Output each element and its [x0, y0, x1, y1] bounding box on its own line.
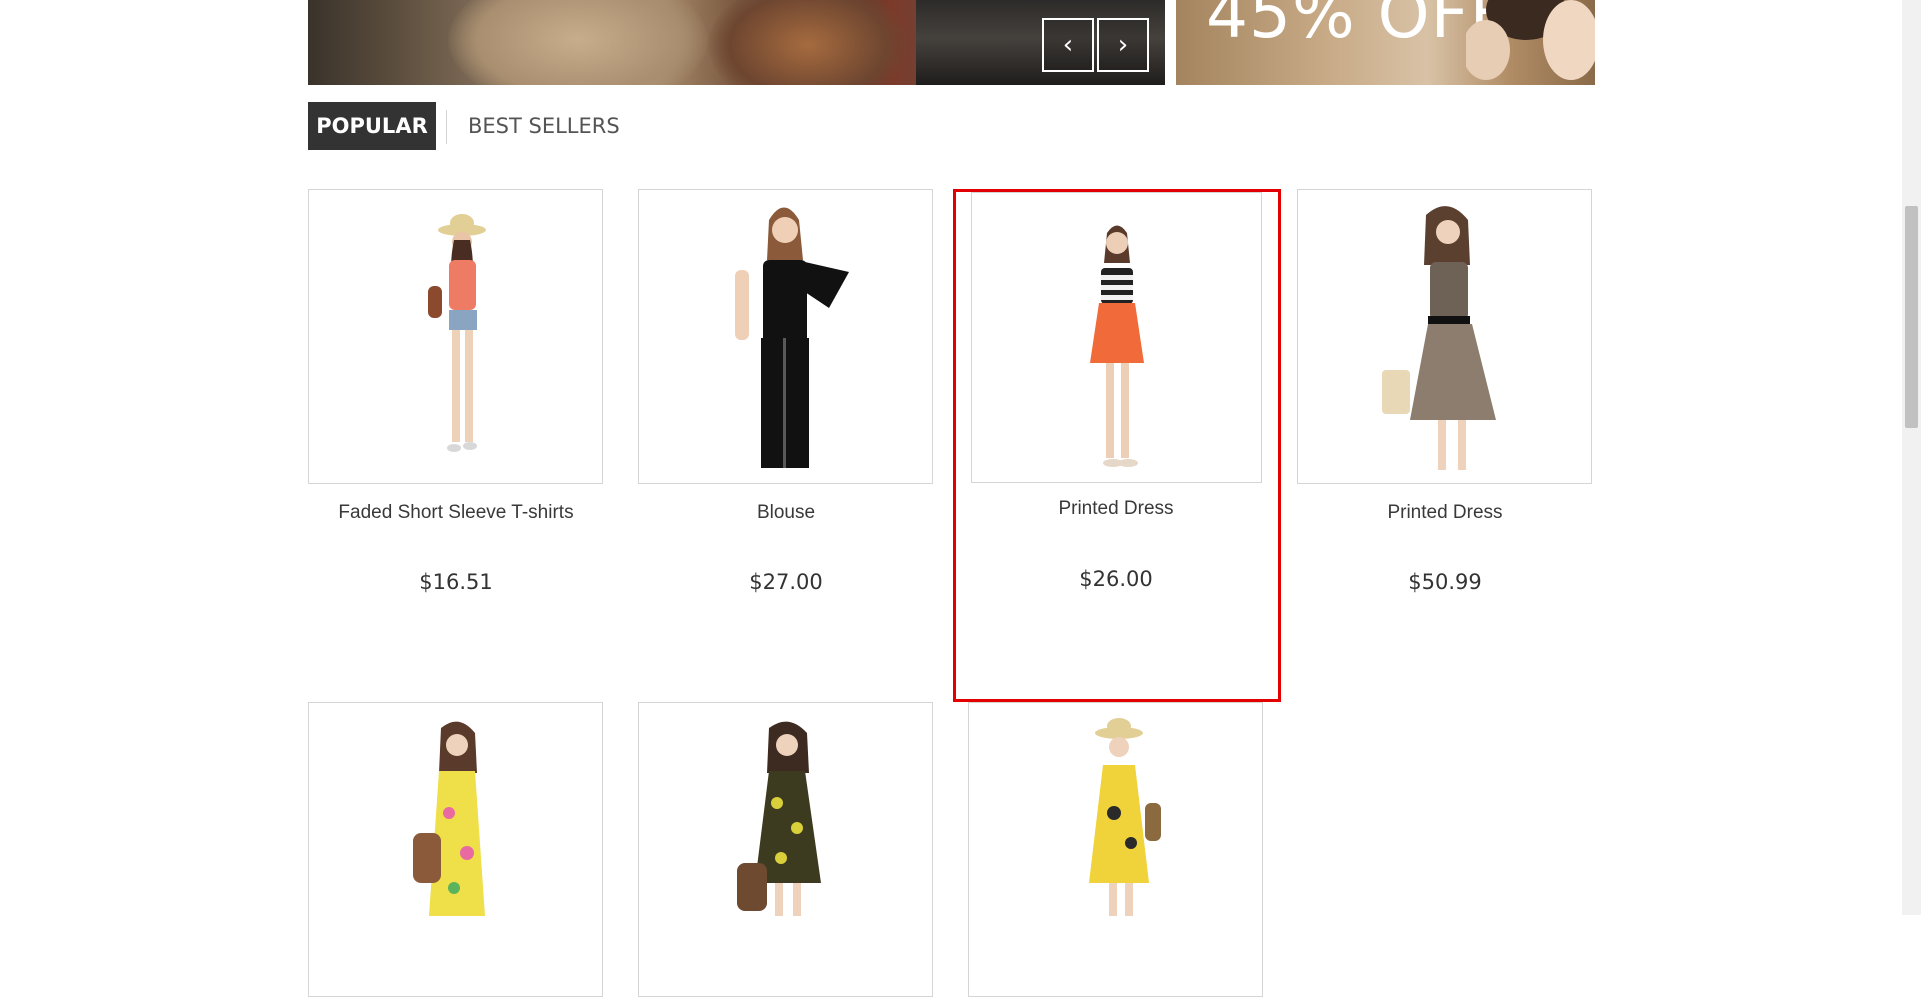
- tab-popular[interactable]: POPULAR: [308, 102, 436, 150]
- homepage-slider: [308, 0, 1165, 85]
- product-image-frame[interactable]: [308, 189, 603, 484]
- product-price: $50.99: [1408, 570, 1482, 594]
- product-image-frame[interactable]: [308, 702, 603, 997]
- product-photo: [1382, 206, 1496, 470]
- sunglasses-icon: [1466, 0, 1595, 80]
- product-image-frame[interactable]: [971, 192, 1262, 483]
- product-name[interactable]: Blouse: [638, 502, 934, 524]
- slider-image-fur: [708, 0, 908, 85]
- product-image-frame[interactable]: [638, 702, 933, 997]
- product-photo: [413, 721, 485, 916]
- tab-best-sellers[interactable]: BEST SELLERS: [468, 102, 620, 150]
- product-price: $26.00: [1079, 567, 1153, 591]
- chevron-left-icon: ‹: [1062, 30, 1074, 60]
- product-name[interactable]: Printed Dress: [1297, 502, 1593, 524]
- product-price: $16.51: [419, 570, 493, 594]
- slider-next-button[interactable]: ›: [1097, 18, 1149, 72]
- product-photo: [1090, 225, 1144, 467]
- promo-text: 45% OFF: [1206, 0, 1509, 53]
- product-photo: [735, 207, 849, 468]
- slider-image-knit: [448, 0, 708, 85]
- product-price: $27.00: [749, 570, 823, 594]
- page-scrollbar[interactable]: [1902, 0, 1921, 915]
- product-photo: [737, 721, 821, 916]
- slider-prev-button[interactable]: ‹: [1042, 18, 1094, 72]
- product-image-frame[interactable]: [1297, 189, 1592, 484]
- tab-divider: [446, 110, 447, 144]
- product-photo: [1089, 718, 1161, 916]
- product-name[interactable]: Faded Short Sleeve T-shirts: [308, 502, 604, 524]
- scrollbar-thumb[interactable]: [1905, 206, 1918, 428]
- promo-banner[interactable]: 45% OFF: [1176, 0, 1595, 85]
- chevron-right-icon: ›: [1117, 30, 1129, 60]
- product-name[interactable]: Printed Dress: [968, 498, 1264, 520]
- product-image-frame[interactable]: [638, 189, 933, 484]
- product-image-frame[interactable]: [968, 702, 1263, 997]
- product-photo: [428, 214, 486, 452]
